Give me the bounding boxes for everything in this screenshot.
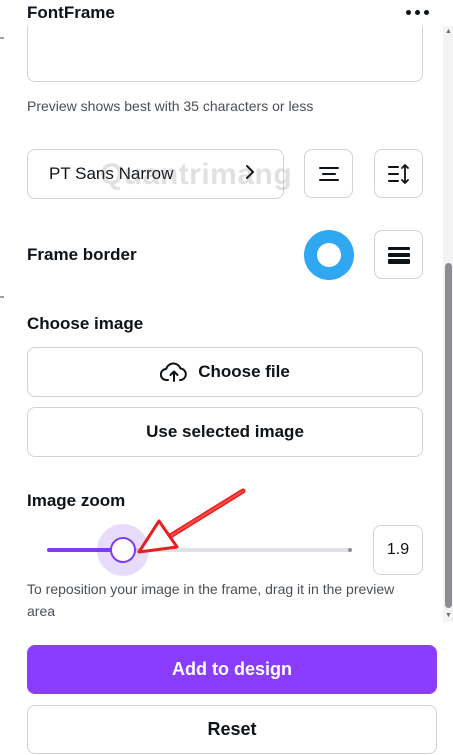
- use-selected-image-label: Use selected image: [146, 422, 304, 441]
- scrollbar-thumb[interactable]: [445, 263, 452, 608]
- scroll-down-icon[interactable]: ▼: [444, 612, 453, 620]
- zoom-value-field[interactable]: 1.9: [373, 525, 423, 575]
- font-select[interactable]: PT Sans Narrow: [27, 149, 284, 199]
- zoom-hint: To reposition your image in the frame, d…: [27, 581, 395, 620]
- border-color-swatch[interactable]: [304, 230, 354, 280]
- frame-border-label: Frame border: [27, 245, 137, 264]
- annotation-arrow-icon: [137, 488, 246, 554]
- text-input-area[interactable]: [27, 26, 423, 82]
- border-weight-icon: [387, 246, 410, 264]
- line-spacing-icon: [387, 163, 409, 184]
- font-select-value: PT Sans Narrow: [49, 164, 174, 183]
- zoom-slider-end-dot: [348, 548, 352, 552]
- left-edge-mark: [0, 296, 4, 298]
- text-align-center-icon: [318, 166, 339, 181]
- left-edge-mark: [0, 37, 4, 39]
- more-horizontal-icon: [405, 9, 411, 15]
- app-title: FontFrame: [27, 3, 115, 22]
- choose-file-button[interactable]: Choose file: [27, 347, 423, 397]
- image-zoom-label: Image zoom: [27, 491, 126, 510]
- choose-file-label: Choose file: [198, 362, 290, 381]
- text-align-button[interactable]: [304, 149, 353, 198]
- cloud-upload-icon: [160, 362, 187, 382]
- use-selected-image-button[interactable]: Use selected image: [27, 407, 423, 457]
- border-weight-button[interactable]: [374, 230, 423, 279]
- scroll-up-icon[interactable]: ▲: [444, 28, 453, 36]
- reset-button[interactable]: Reset: [27, 705, 437, 754]
- chevron-right-icon: [245, 164, 255, 185]
- add-to-design-button[interactable]: Add to design: [27, 645, 437, 694]
- line-spacing-button[interactable]: [374, 149, 423, 198]
- choose-image-label: Choose image: [27, 314, 144, 333]
- preview-hint: Preview shows best with 35 characters or…: [27, 98, 314, 114]
- more-options-button[interactable]: [400, 1, 434, 23]
